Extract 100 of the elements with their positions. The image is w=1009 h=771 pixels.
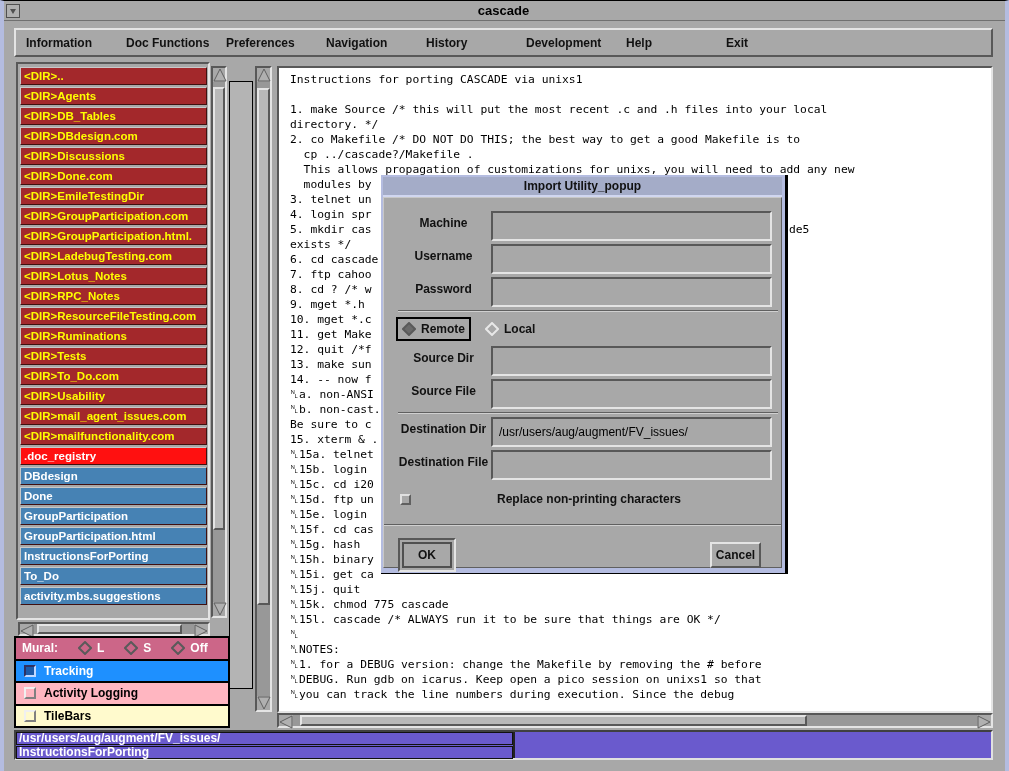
text-line: cp ../cascade?/Makefile .: [302, 147, 474, 162]
radio-icon[interactable]: [171, 641, 186, 656]
text-line: 2. co Makefile /* DO NOT DO THIS; the best way to get a good Makefile is to: [290, 132, 801, 147]
list-item[interactable]: <DIR>Ruminations: [20, 327, 207, 345]
radio-button[interactable]: Local: [479, 317, 542, 341]
scrollbar[interactable]: [18, 622, 210, 636]
scroll-thumb[interactable]: [37, 624, 182, 634]
list-item[interactable]: <DIR>LadebugTesting.com: [20, 247, 207, 265]
radio-label[interactable]: S: [143, 641, 152, 656]
text-line: ␤15i. get ca: [290, 567, 374, 582]
list-item[interactable]: <DIR>EmileTestingDir: [20, 187, 207, 205]
text-line: exists */: [290, 237, 352, 252]
menu-item[interactable]: Help: [616, 32, 716, 53]
text-line: 7. ftp cahoo: [290, 267, 372, 282]
radio-icon[interactable]: [402, 322, 416, 336]
radio-icon[interactable]: [124, 641, 139, 656]
list-item[interactable]: <DIR>GroupParticipation.com: [20, 207, 207, 225]
menu-item[interactable]: Navigation: [316, 32, 416, 53]
input-field[interactable]: [491, 450, 772, 480]
list-item[interactable]: <DIR>GroupParticipation.html.: [20, 227, 207, 245]
scrollbar[interactable]: [277, 713, 993, 728]
dialog-button[interactable]: OK: [398, 538, 456, 572]
text-line: ␤NOTES:: [290, 642, 340, 657]
list-item[interactable]: <DIR>Lotus_Notes: [20, 267, 207, 285]
input-field[interactable]: [491, 211, 772, 241]
arrow-left-icon[interactable]: [20, 624, 34, 638]
scroll-thumb[interactable]: [257, 88, 270, 605]
list-item[interactable]: <DIR>To_Do.com: [20, 367, 207, 385]
list-item[interactable]: <DIR>mailfunctionality.com: [20, 427, 207, 445]
text-line: ␤1. for a DEBUG version: change the Makefile by removing the # before: [290, 657, 762, 672]
list-item[interactable]: InstructionsForPorting: [20, 547, 207, 565]
list-item[interactable]: DBdesign: [20, 467, 207, 485]
arrow-down-icon[interactable]: [257, 696, 271, 710]
radio-button[interactable]: Remote: [396, 317, 471, 341]
list-item[interactable]: <DIR>ResourceFileTesting.com: [20, 307, 207, 325]
menu-item[interactable]: Exit: [716, 32, 816, 53]
text-line: ␤b. non-cast.: [290, 402, 381, 417]
radio-icon[interactable]: [78, 641, 92, 656]
status-text: InstructionsForPorting: [16, 746, 513, 759]
scroll-thumb[interactable]: [299, 715, 807, 726]
input-field[interactable]: /usr/users/aug/augment/FV_issues/: [491, 417, 772, 447]
input-field[interactable]: [491, 379, 772, 409]
list-item[interactable]: .doc_registry: [20, 447, 207, 465]
menu-item[interactable]: Doc Functions: [116, 32, 216, 53]
list-item[interactable]: <DIR>..: [20, 67, 207, 85]
text-line: ␤15d. ftp un: [290, 492, 374, 507]
text-line: 11. get Make: [290, 327, 372, 342]
radio-label[interactable]: Off: [190, 641, 208, 656]
text-line: ␤15l. cascade /* ALWAYS run it to be sure that things are OK */: [290, 612, 721, 627]
text-line: ␤15h. binary: [290, 552, 374, 567]
list-item[interactable]: Done: [20, 487, 207, 505]
list-item[interactable]: <DIR>RPC_Notes: [20, 287, 207, 305]
input-field[interactable]: [491, 244, 772, 274]
list-item[interactable]: <DIR>Usability: [20, 387, 207, 405]
list-item[interactable]: <DIR>Discussions: [20, 147, 207, 165]
scrollbar[interactable]: [255, 66, 272, 712]
menu-item[interactable]: Preferences: [216, 32, 316, 53]
list-item[interactable]: activity.mbs.suggestions: [20, 587, 207, 605]
checkbox-label[interactable]: Replace non-printing characters: [497, 492, 682, 506]
overview-panel[interactable]: [229, 81, 253, 689]
list-item[interactable]: <DIR>Agents: [20, 87, 207, 105]
field-label: Username: [413, 248, 474, 265]
radio-label[interactable]: L: [97, 641, 105, 656]
text-line: ␤: [290, 627, 299, 642]
list-item[interactable]: <DIR>mail_agent_issues.com: [20, 407, 207, 425]
list-item[interactable]: GroupParticipation: [20, 507, 207, 525]
checkbox-label[interactable]: Activity Logging: [44, 686, 138, 701]
text-line: ␤15e. login: [290, 507, 367, 522]
checkbox[interactable]: [24, 664, 36, 677]
scroll-thumb[interactable]: [213, 87, 225, 530]
list-item[interactable]: <DIR>Tests: [20, 347, 207, 365]
window-menu-icon[interactable]: [6, 3, 20, 18]
text-line: 5. mkdir cas: [290, 223, 372, 236]
text-line: Instructions for porting CASCADE via unixs1: [290, 72, 583, 87]
input-field[interactable]: [491, 277, 772, 307]
arrow-up-icon[interactable]: [213, 68, 227, 82]
dialog-button[interactable]: Cancel: [710, 542, 761, 568]
text-line: 13. make sun: [290, 357, 372, 372]
list-item[interactable]: <DIR>Done.com: [20, 167, 207, 185]
menu-item[interactable]: History: [416, 32, 516, 53]
text-line: 4. login spr: [290, 207, 372, 222]
text-line: ␤15c. cd i20: [290, 477, 374, 492]
text-line: 1. make Source /* this will put the most recent .c and .h files into your local: [290, 102, 828, 117]
menu-item[interactable]: Information: [16, 32, 116, 53]
mural-label: Mural:: [22, 641, 58, 656]
list-item[interactable]: GroupParticipation.html: [20, 527, 207, 545]
scrollbar[interactable]: [211, 66, 227, 618]
text-line: 3. telnet un: [290, 192, 372, 207]
arrow-right-icon[interactable]: [194, 624, 208, 638]
list-item[interactable]: <DIR>DB_Tables: [20, 107, 207, 125]
checkbox-label[interactable]: TileBars: [44, 708, 92, 723]
list-item[interactable]: To_Do: [20, 567, 207, 585]
arrow-up-icon[interactable]: [257, 68, 271, 82]
input-field[interactable]: [491, 346, 772, 376]
menu-item[interactable]: Development: [516, 32, 616, 53]
text-line: ␤15j. quit: [290, 582, 361, 597]
list-item[interactable]: <DIR>DBdesign.com: [20, 127, 207, 145]
field-label: Destination Dir: [399, 421, 488, 438]
arrow-down-icon[interactable]: [213, 602, 227, 616]
window-title: cascade: [476, 3, 531, 18]
